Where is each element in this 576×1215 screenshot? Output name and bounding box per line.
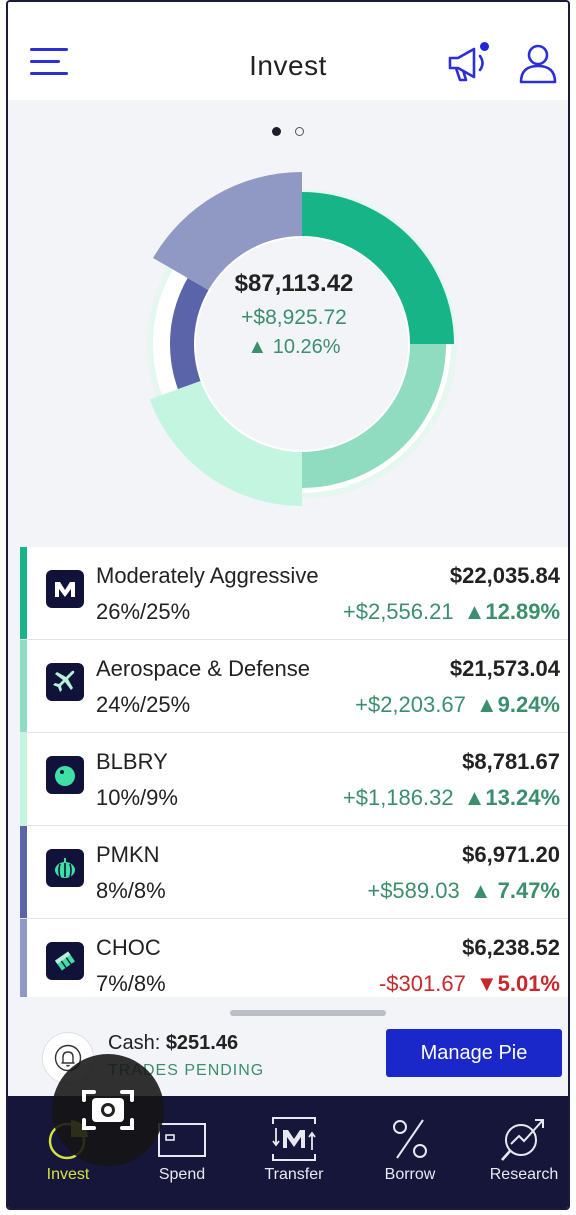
holding-name: PMKN <box>96 842 160 867</box>
slice-color-bar <box>20 640 27 732</box>
nav-item-research[interactable]: Research <box>468 1096 568 1208</box>
holding-allocation: 24%/25% <box>96 692 191 717</box>
nav-item-borrow[interactable]: Borrow <box>354 1096 466 1208</box>
slice-color-bar <box>20 919 27 997</box>
slice-color-bar <box>20 733 27 825</box>
holding-change-amount: +$2,203.67 <box>355 692 466 717</box>
card-icon <box>158 1123 206 1157</box>
holding-change-percent: ▼5.01% <box>475 971 560 996</box>
page-indicator <box>8 123 568 137</box>
holding-name: BLBRY <box>96 749 168 774</box>
user-icon[interactable] <box>518 42 558 86</box>
holding-change-percent: ▲12.89% <box>463 599 560 624</box>
holding-change-percent: ▲13.24% <box>463 785 560 810</box>
portfolio-total: $87,113.42 <box>234 270 354 297</box>
holding-value: $21,573.04 <box>449 656 560 681</box>
camera-icon <box>82 1090 134 1130</box>
cash-amount: $251.46 <box>165 1032 239 1054</box>
m-logo-icon <box>46 570 84 608</box>
portfolio-gain: +$8,925.72 <box>241 306 347 329</box>
research-icon <box>501 1119 544 1161</box>
holding-allocation: 7%/8% <box>96 971 166 996</box>
portfolio-gain-percent: ▲ 10.26% <box>247 336 341 358</box>
chocolate-icon <box>46 942 84 980</box>
app-frame: Invest $87,113.42 +$8,925.72 ▲ 10.26% Mo… <box>6 0 570 1210</box>
holding-name: Aerospace & Defense <box>96 656 311 681</box>
holding-value: $22,035.84 <box>449 563 560 588</box>
manage-pie-button[interactable]: Manage Pie <box>386 1029 562 1077</box>
holding-allocation: 8%/8% <box>96 878 166 903</box>
slice-color-bar <box>20 826 27 918</box>
holding-change: +$2,203.67 ▲9.24% <box>355 692 560 718</box>
holding-change-amount: -$301.67 <box>378 971 466 996</box>
blueberry-icon <box>46 756 84 794</box>
notification-dot <box>480 42 489 51</box>
page-dot[interactable] <box>295 127 305 137</box>
page-dot-active[interactable] <box>271 127 281 137</box>
holding-allocation: 10%/9% <box>96 785 178 810</box>
holding-value: $6,238.52 <box>462 935 560 960</box>
drawer-handle[interactable] <box>230 1010 386 1016</box>
transfer-icon <box>272 1117 316 1161</box>
slice-color-bar <box>20 547 27 639</box>
cash-balance: Cash: $251.46 <box>108 1032 238 1055</box>
holding-row[interactable]: Aerospace & Defense 24%/25% $21,573.04 +… <box>20 640 568 733</box>
nav-label: Transfer <box>264 1166 324 1183</box>
app-header: Invest <box>8 2 568 100</box>
holding-change: +$2,556.21 ▲12.89% <box>343 599 560 625</box>
pumpkin-icon <box>46 849 84 887</box>
holding-change-percent: ▲9.24% <box>475 692 560 717</box>
airplane-icon <box>46 663 84 701</box>
holding-change-percent: ▲ 7.47% <box>469 878 560 903</box>
nav-label: Spend <box>158 1166 206 1183</box>
holding-change: +$589.03 ▲ 7.47% <box>367 878 560 904</box>
holding-row[interactable]: CHOC 7%/8% $6,238.52 -$301.67 ▼5.01% <box>20 919 568 997</box>
holding-change: -$301.67 ▼5.01% <box>379 971 560 997</box>
holding-name: Moderately Aggressive <box>96 563 319 588</box>
holding-row[interactable]: PMKN 8%/8% $6,971.20 +$589.03 ▲ 7.47% <box>20 826 568 919</box>
nav-label: Invest <box>46 1166 90 1183</box>
holding-name: CHOC <box>96 935 161 960</box>
holdings-list: Moderately Aggressive 26%/25% $22,035.84… <box>20 547 568 997</box>
percent-icon <box>393 1119 427 1159</box>
holding-change-amount: +$2,556.21 <box>342 599 454 624</box>
portfolio-summary: $87,113.42 +$8,925.72 ▲ 10.26% <box>204 270 384 359</box>
holding-change-amount: +$589.03 <box>367 878 460 903</box>
holding-value: $6,971.20 <box>462 842 560 867</box>
holding-row[interactable]: BLBRY 10%/9% $8,781.67 +$1,186.32 ▲13.24% <box>20 733 568 826</box>
nav-label: Research <box>489 1166 559 1183</box>
nav-label: Borrow <box>384 1166 436 1183</box>
camera-lens-button[interactable] <box>52 1054 164 1166</box>
nav-item-transfer[interactable]: Transfer <box>238 1096 350 1208</box>
holding-value: $8,781.67 <box>462 749 560 774</box>
holding-row[interactable]: Moderately Aggressive 26%/25% $22,035.84… <box>20 547 568 640</box>
holding-change-amount: +$1,186.32 <box>342 785 454 810</box>
holding-change: +$1,186.32 ▲13.24% <box>343 785 560 811</box>
cash-label: Cash: <box>108 1032 161 1054</box>
holding-allocation: 26%/25% <box>96 599 191 624</box>
